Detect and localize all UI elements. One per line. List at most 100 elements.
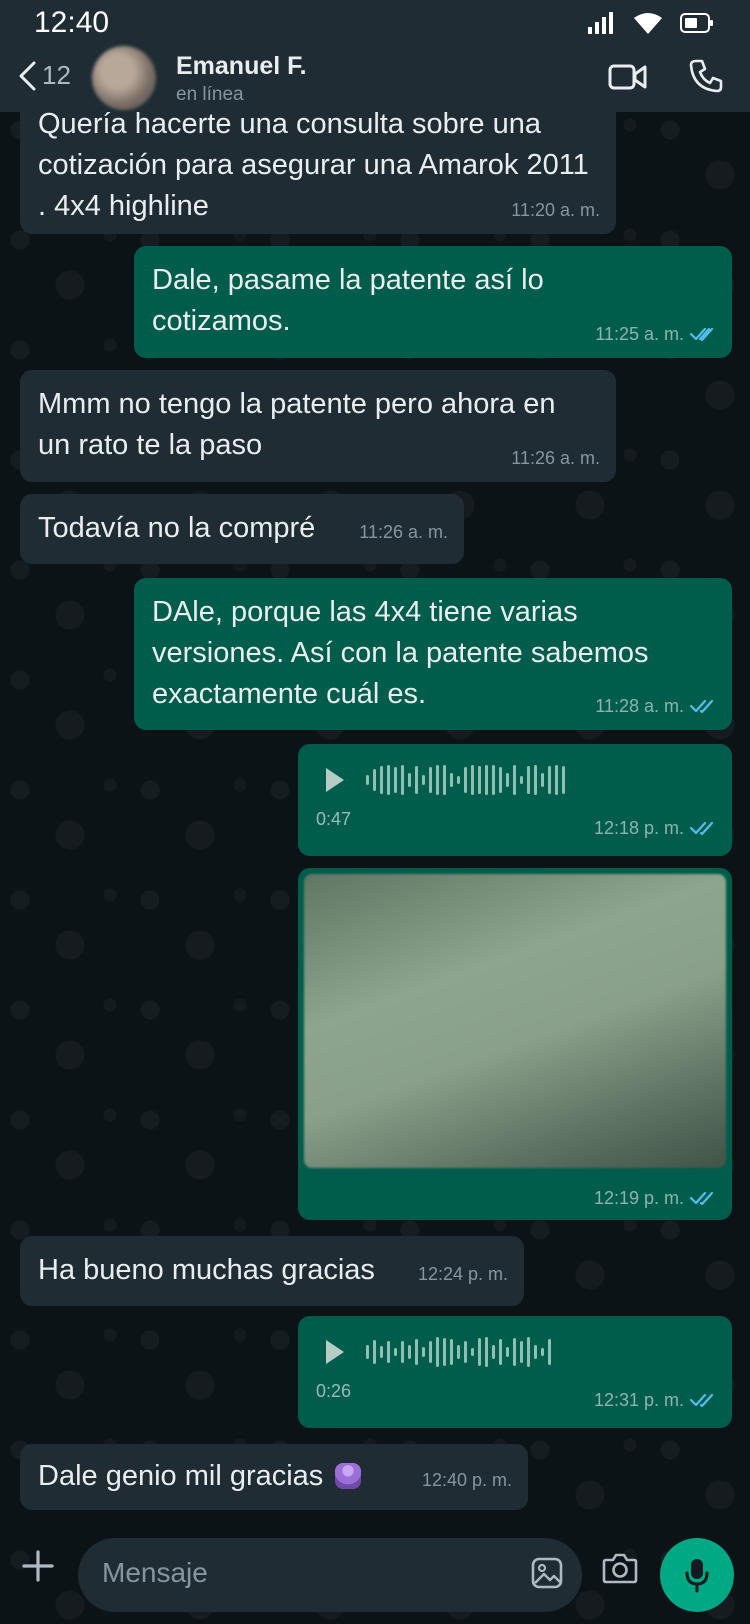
waveform-bar (401, 765, 404, 795)
contact-avatar[interactable] (92, 46, 156, 110)
waveform-bar (436, 765, 439, 795)
message-text: Mmm no tengo la patente pero ahora en un… (38, 388, 556, 461)
waveform-bar (387, 765, 390, 795)
message-text: Dale, pasame la patente así lo cotizamos… (152, 264, 544, 337)
waveform-bar (485, 1337, 488, 1367)
contact-status: en línea (176, 84, 244, 105)
waveform-bar (485, 765, 488, 795)
waveform-bar (366, 1345, 369, 1359)
waveform-bar (373, 1340, 376, 1364)
waveform-bar (415, 766, 418, 794)
waveform-bar (548, 1339, 551, 1365)
video-call-icon[interactable] (608, 62, 648, 92)
read-receipt-icon (690, 699, 714, 714)
waveform-bar (422, 1347, 425, 1357)
waveform-bar (471, 1348, 474, 1356)
contact-name[interactable]: Emanuel F. (176, 52, 307, 81)
play-icon[interactable] (324, 1338, 346, 1366)
unread-count: 12 (42, 60, 71, 90)
message-bubble-incoming[interactable]: Mmm no tengo la patente pero ahora en un… (20, 370, 616, 482)
waveform-bar (394, 1348, 397, 1356)
message-bubble-incoming[interactable]: Quería hacerte una consulta sobre una co… (20, 92, 616, 234)
back-button[interactable]: 12 (18, 60, 71, 91)
waveform-bar (408, 1345, 411, 1359)
waveform-bar (555, 765, 558, 795)
waveform-bar (457, 1345, 460, 1359)
waveform-bar (513, 765, 516, 795)
camera-icon[interactable] (602, 1552, 638, 1584)
hug-emoji-icon (335, 1463, 362, 1489)
message-time: 11:25 a. m. (595, 324, 716, 344)
waveform-bar (408, 773, 411, 787)
microphone-icon (685, 1559, 709, 1593)
read-receipt-icon (690, 821, 714, 836)
message-time: 12:18 p. m. (594, 818, 716, 838)
message-bubble-incoming[interactable]: Todavía no la compré 11:26 a. m. (20, 494, 464, 564)
read-receipt-icon (690, 1393, 714, 1408)
waveform-bar (366, 775, 369, 785)
waveform-bar (464, 1341, 467, 1363)
waveform-bar (380, 1346, 383, 1358)
plus-icon[interactable] (20, 1548, 56, 1584)
audio-waveform[interactable] (366, 1336, 551, 1368)
message-bubble-outgoing[interactable]: Dale, pasame la patente así lo cotizamos… (134, 246, 732, 358)
read-receipt-icon (690, 327, 714, 342)
waveform-bar (478, 1338, 481, 1366)
shared-photo[interactable] (304, 874, 726, 1168)
waveform-bar (429, 1341, 432, 1363)
waveform-bar (492, 1345, 495, 1359)
voice-message-bubble[interactable]: 0:26 12:31 p. m. (298, 1316, 732, 1428)
waveform-bar (443, 765, 446, 795)
message-time: 11:26 a. m. (511, 448, 600, 468)
waveform-bar (541, 773, 544, 787)
audio-waveform[interactable] (366, 764, 565, 796)
message-input[interactable]: Mensaje (78, 1538, 582, 1612)
waveform-bar (450, 1339, 453, 1365)
waveform-bar (401, 1341, 404, 1363)
message-composer: Mensaje (0, 1528, 750, 1624)
waveform-bar (415, 1339, 418, 1365)
waveform-bar (520, 776, 523, 784)
battery-icon (680, 13, 713, 33)
status-bar: 12:40 (0, 0, 750, 46)
signal-icon (588, 12, 613, 34)
waveform-bar (422, 775, 425, 785)
waveform-bar (450, 773, 453, 787)
voice-record-button[interactable] (660, 1538, 734, 1612)
gallery-icon[interactable] (530, 1556, 564, 1590)
phone-call-icon[interactable] (688, 58, 724, 94)
waveform-bar (499, 1339, 502, 1365)
waveform-bar (534, 765, 537, 795)
waveform-bar (380, 766, 383, 794)
wifi-icon (634, 13, 662, 34)
waveform-bar (373, 769, 376, 791)
image-message-bubble[interactable]: 12:19 p. m. (298, 868, 732, 1220)
audio-duration: 0:47 (316, 809, 352, 829)
audio-duration: 0:26 (316, 1381, 352, 1401)
voice-message-bubble[interactable]: 0:47 12:18 p. m. (298, 744, 732, 856)
waveform-bar (506, 1347, 509, 1357)
waveform-bar (527, 1337, 530, 1367)
waveform-bar (478, 766, 481, 794)
message-bubble-outgoing[interactable]: DAle, porque las 4x4 tiene varias versio… (134, 578, 732, 730)
message-time: 12:40 p. m. (421, 1470, 512, 1490)
waveform-bar (527, 766, 530, 794)
waveform-bar (513, 1338, 516, 1366)
waveform-bar (394, 767, 397, 793)
status-time: 12:40 (34, 6, 110, 39)
message-time: 11:20 a. m. (511, 200, 600, 220)
waveform-bar (429, 767, 432, 793)
waveform-bar (506, 773, 509, 787)
waveform-bar (457, 776, 460, 784)
play-icon[interactable] (324, 766, 346, 794)
waveform-bar (492, 765, 495, 795)
waveform-bar (436, 1337, 439, 1367)
read-receipt-icon (690, 1191, 714, 1206)
waveform-bar (548, 766, 551, 794)
message-time: 11:26 a. m. (359, 522, 448, 542)
message-time: 12:31 p. m. (594, 1390, 716, 1410)
message-bubble-incoming[interactable]: Ha bueno muchas gracias 12:24 p. m. (20, 1236, 524, 1306)
waveform-bar (499, 767, 502, 793)
waveform-bar (541, 1348, 544, 1356)
message-bubble-incoming[interactable]: Dale genio mil gracias 12:40 p. m. (20, 1444, 528, 1510)
